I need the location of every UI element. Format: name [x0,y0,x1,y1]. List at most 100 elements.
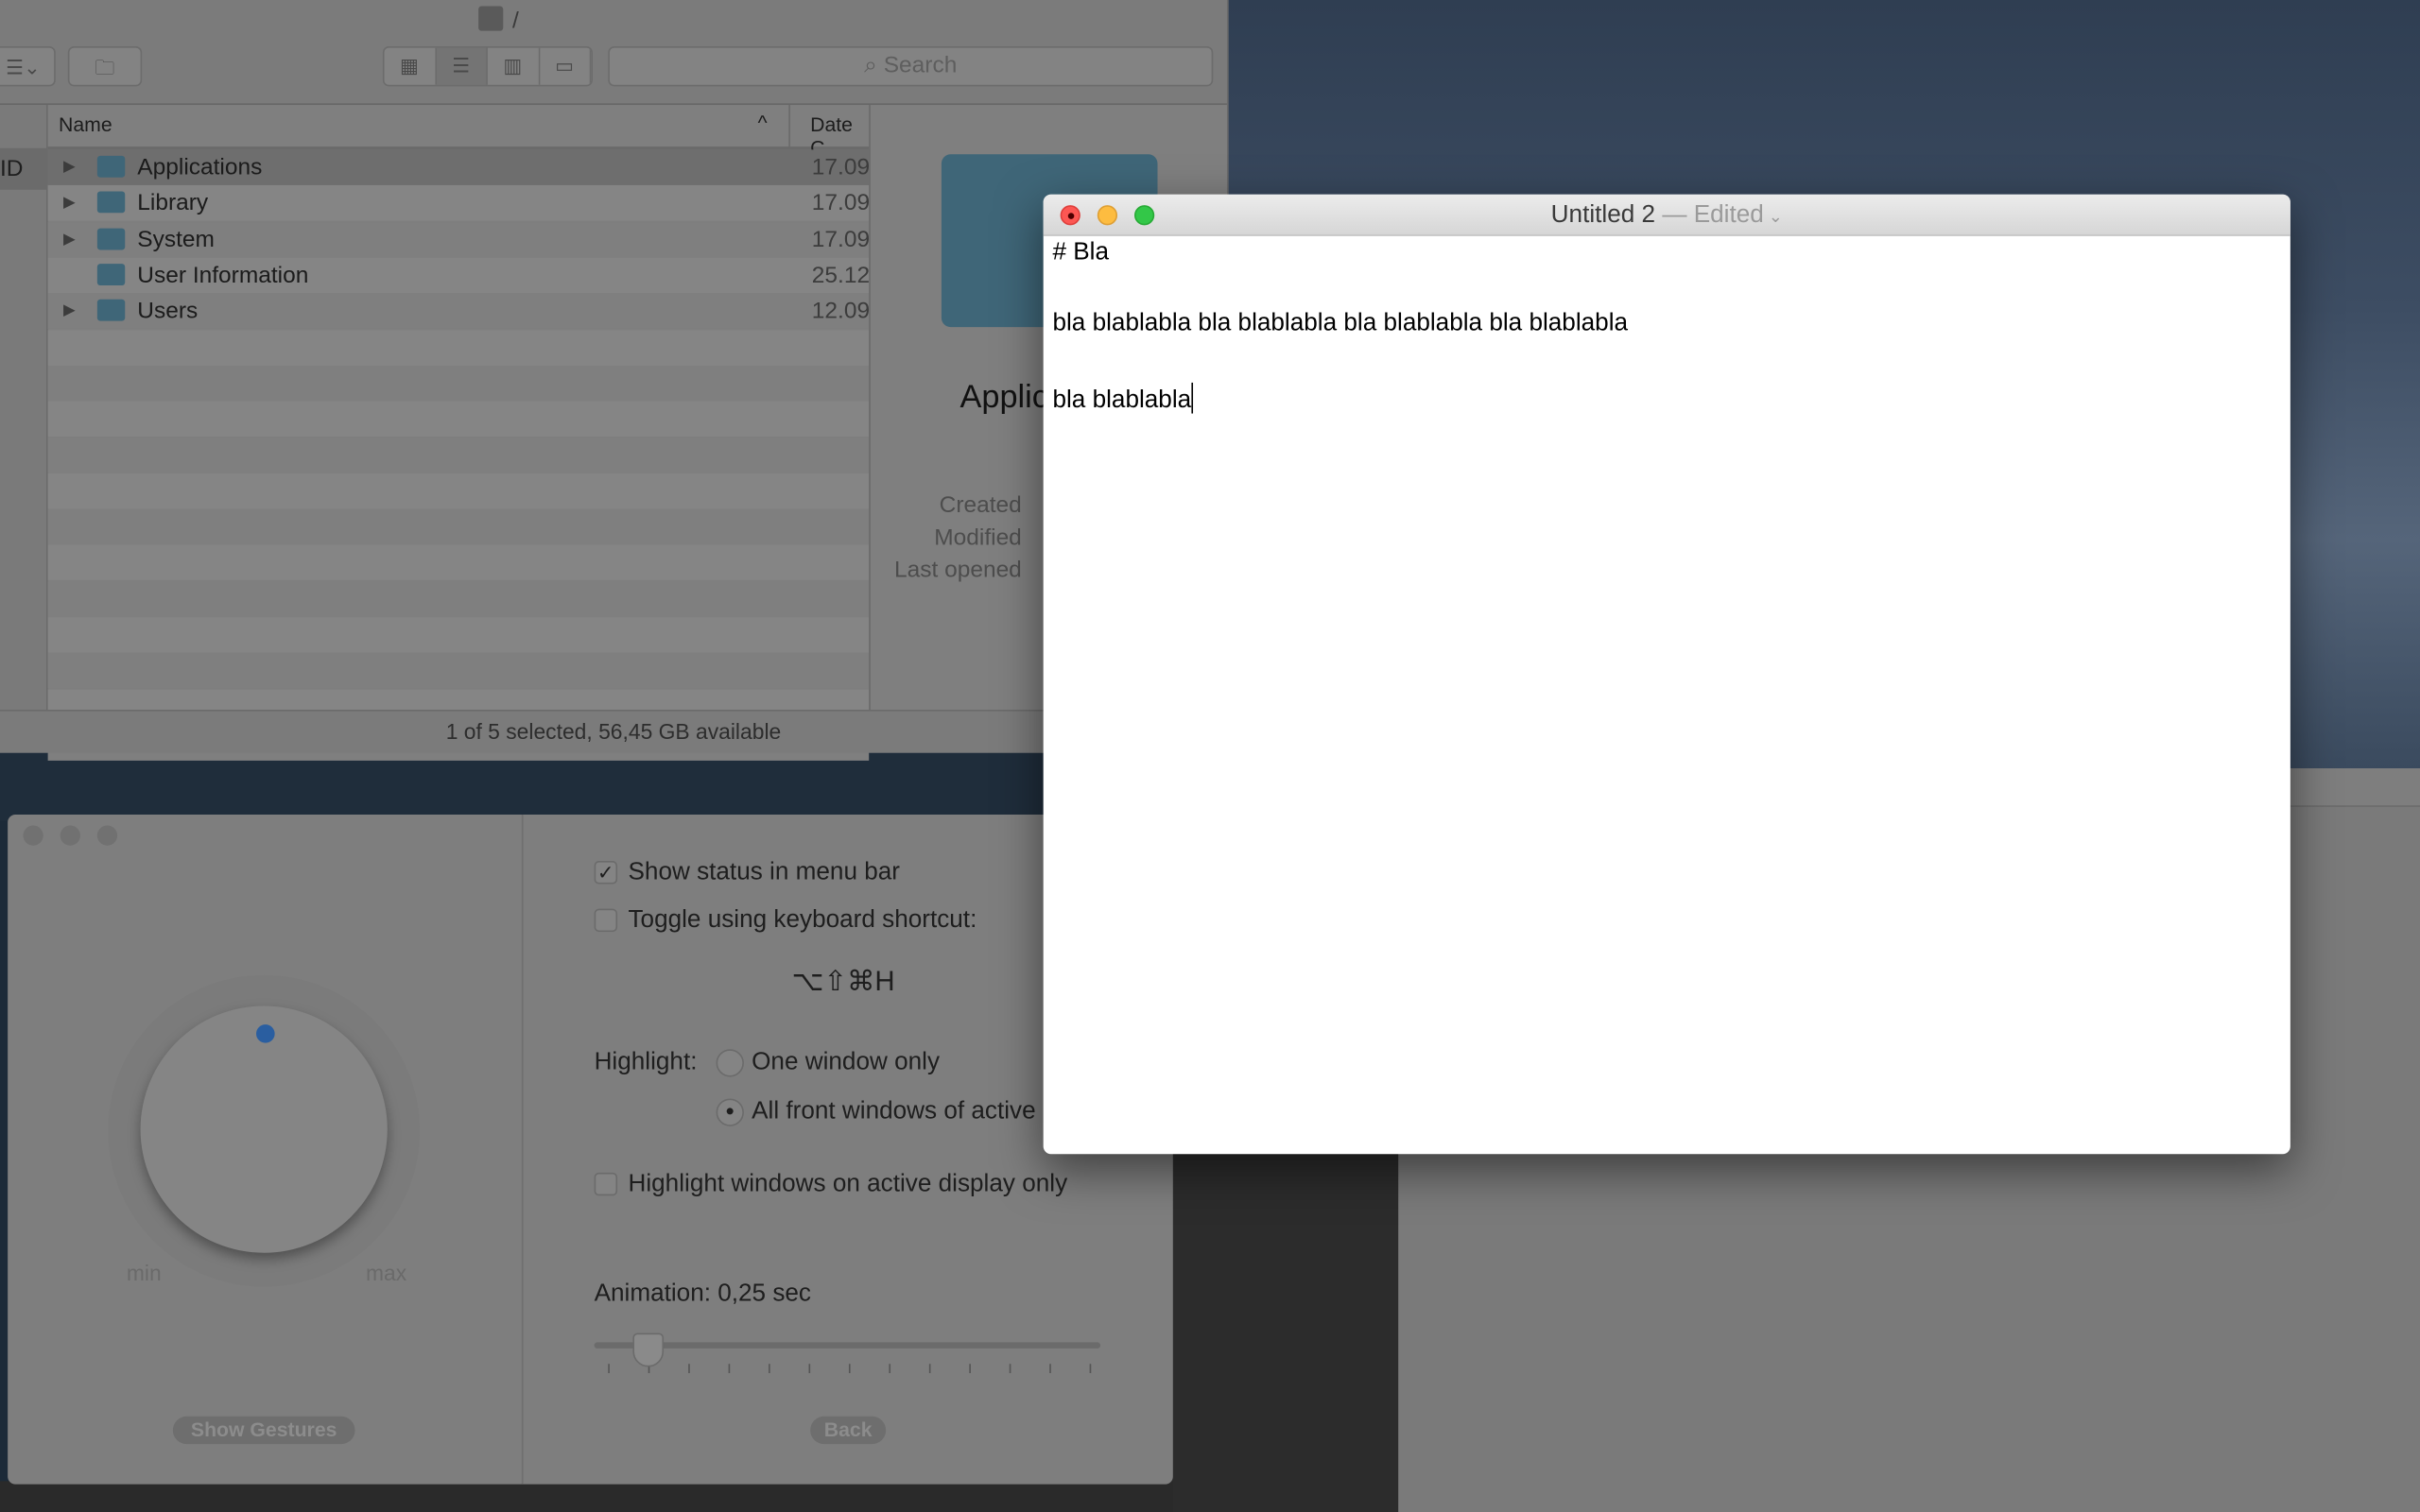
table-row[interactable]: ▶ Applications 17.09 [47,149,871,185]
table-row[interactable]: ▶ Library 17.09 [47,185,871,221]
empty-row [47,652,870,689]
animation-slider-thumb[interactable] [632,1332,665,1367]
desktop-wallpaper-sand [1142,1142,1405,1512]
highlight-label: Highlight: [594,1049,698,1075]
disclosure-triangle-icon[interactable]: ▶ [63,221,76,257]
window-path-title: / [478,6,519,34]
knob-indicator-dot [256,1024,275,1043]
animation-label: Animation: 0,25 sec [594,1280,812,1307]
shortcut-recorder[interactable]: ⌥⇧⌘H [792,966,895,998]
empty-row [47,329,870,366]
file-name: Library [137,190,209,217]
empty-row [47,616,870,653]
gallery-view-icon[interactable]: ▭ [539,47,592,85]
empty-row [47,401,870,438]
finder-sidebar[interactable] [0,105,48,711]
file-date: 17.09 [811,190,871,217]
last-opened-label: Last opened [893,557,1022,584]
table-row[interactable]: ▶ Users 12.09 [47,293,871,330]
list-view-icon[interactable]: ☰ [436,47,488,85]
all-front-windows-radio[interactable]: ● [716,1098,744,1126]
disclosure-triangle-icon[interactable]: ▶ [63,294,76,330]
text-line-content: bla blablabla [1052,387,1192,414]
new-folder-button[interactable]: 🗀 [67,45,143,87]
preview-title: Applic [959,379,1048,416]
slider-tick [1009,1364,1011,1374]
window-controls-inactive[interactable] [23,825,134,852]
one-window-radio[interactable] [716,1049,744,1077]
slider-tick [608,1364,610,1374]
toggle-shortcut-label: Toggle using keyboard shortcut: [628,906,977,934]
text-line[interactable]: bla blablabla bla blablabla bla blablabl… [1052,310,1628,337]
search-placeholder: Search [883,52,958,79]
file-name: Users [137,298,199,325]
zoom-button[interactable] [96,825,118,846]
text-caret [1191,382,1193,414]
folder-icon [96,264,126,285]
disk-icon [478,6,504,31]
column-view-icon[interactable]: ▥ [487,47,540,85]
one-window-label: One window only [752,1049,941,1075]
empty-row [47,508,870,545]
slider-tick [1049,1364,1051,1374]
knob-max-label: max [365,1260,407,1285]
folder-icon [96,191,126,214]
title-separator: — [1662,201,1687,229]
table-row[interactable]: ▶ System 17.09 [47,221,870,257]
file-name: System [137,226,215,253]
empty-row [47,544,870,581]
table-row[interactable]: User Information 25.12 [47,257,871,294]
all-front-windows-label: All front windows of active [752,1098,1036,1125]
minimize-button[interactable] [60,825,80,846]
document-name: Untitled 2 [1550,201,1656,229]
toggle-shortcut-checkbox[interactable] [594,908,618,933]
active-display-checkbox[interactable] [594,1172,618,1196]
disclosure-triangle-icon[interactable]: ▶ [63,185,76,221]
animation-slider-track[interactable] [594,1342,1101,1349]
text-line[interactable]: # Bla [1052,239,1109,266]
folder-icon [96,155,126,178]
file-date: 17.09 [811,154,871,181]
document-title[interactable]: Untitled 2 — Edited ⌄ [1044,195,2290,239]
slider-tick [969,1364,971,1374]
file-date: 12.09 [811,298,871,325]
active-display-label: Highlight windows on active display only [628,1171,1068,1197]
textedit-window[interactable]: Untitled 2 — Edited ⌄ # Bla bla blablabl… [1043,194,2290,1155]
slider-tick [769,1364,770,1374]
folder-icon [96,300,126,321]
list-header: Name ^ Date C [47,105,870,159]
chevron-down-icon[interactable]: ⌄ [1764,208,1783,227]
column-header-name[interactable]: Name [59,112,112,135]
slider-tick [808,1364,811,1374]
panel-divider [521,815,524,1485]
desktop-wallpaper-bottom [0,1481,1173,1512]
sidebar-item-selected[interactable]: ID [0,147,46,190]
knob-min-label: min [126,1260,162,1285]
folder-icon [96,227,126,249]
created-label: Created [939,491,1022,519]
show-status-label: Show status in menu bar [628,859,900,886]
back-button[interactable]: Back [810,1416,887,1445]
empty-row [47,580,870,617]
show-gestures-button[interactable]: Show Gestures [172,1416,355,1445]
close-button[interactable] [23,825,43,846]
column-divider[interactable] [788,105,790,147]
arrange-menu-button[interactable]: ☰⌄ [0,45,56,87]
icon-view-icon[interactable]: ▦ [384,47,437,85]
search-field[interactable]: ⌕ Search [608,45,1214,87]
slider-tick [1089,1364,1092,1374]
file-name: User Information [137,262,309,289]
slider-tick [728,1364,731,1374]
slider-tick [848,1364,851,1374]
text-line[interactable]: bla blablabla [1052,382,1193,415]
show-status-checkbox[interactable]: ✓ [594,861,618,885]
path-text: / [512,8,519,34]
sort-ascending-icon[interactable]: ^ [758,112,768,134]
search-icon: ⌕ [864,52,884,79]
empty-row [47,472,870,509]
slider-tick [889,1364,891,1374]
file-date: 25.12 [811,262,871,289]
file-name: Applications [137,154,263,181]
view-mode-control[interactable]: ▦ ☰ ▥ ▭ [382,45,593,87]
disclosure-triangle-icon[interactable]: ▶ [63,149,76,185]
